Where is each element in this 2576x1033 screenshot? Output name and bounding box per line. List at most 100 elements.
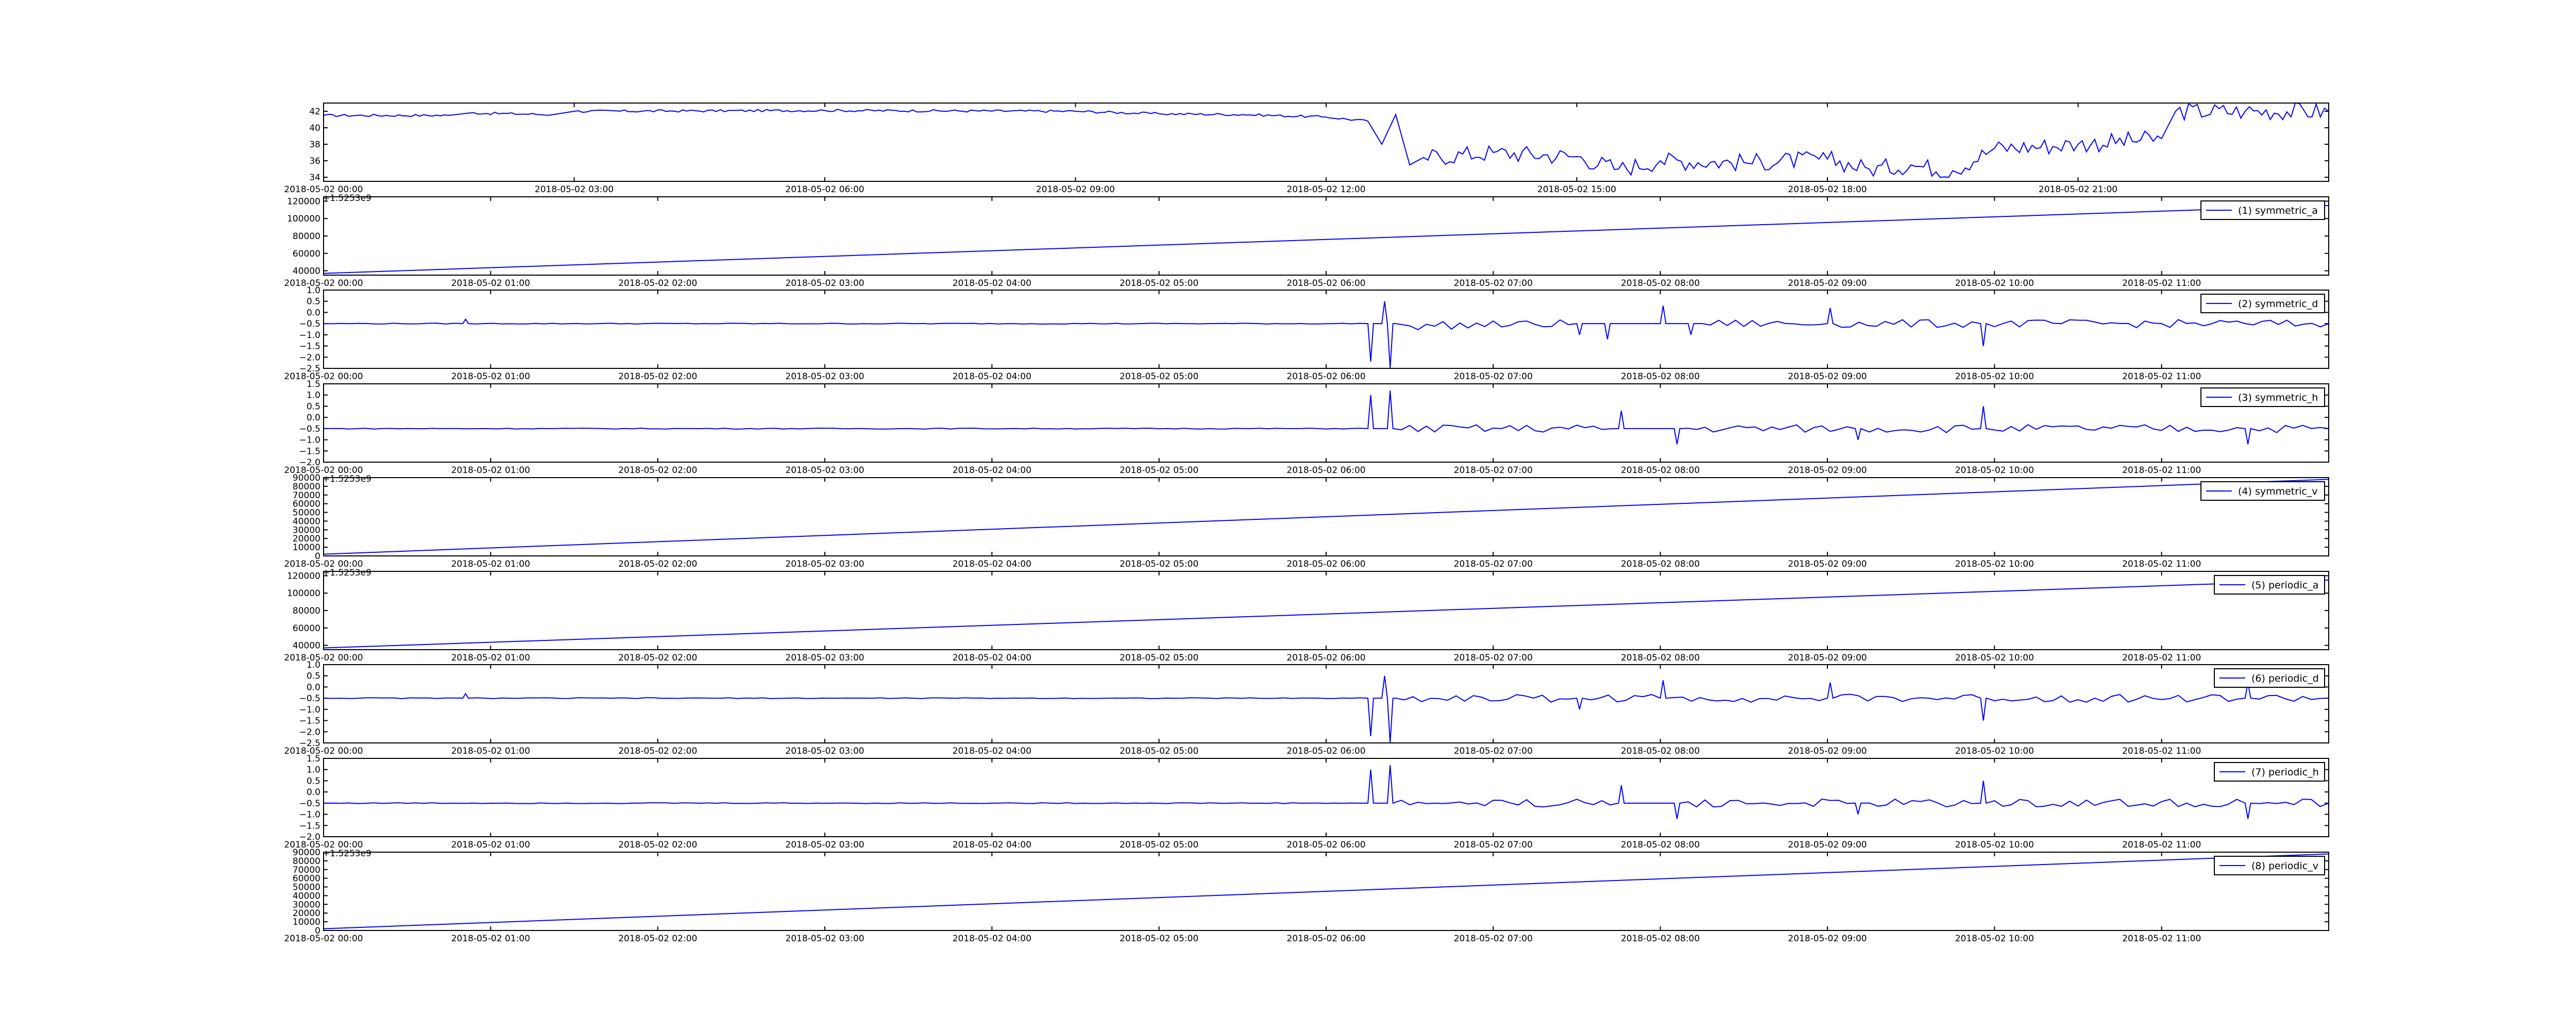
- x-tick-label: 2018-05-02 08:00: [1621, 465, 1700, 476]
- y-tick-label: 40: [309, 123, 320, 133]
- y-tick-label: 36: [309, 156, 320, 166]
- x-tick-label: 2018-05-02 05:00: [1120, 840, 1198, 850]
- panel-7: −2.5−2.0−1.5−1.0−0.50.00.51.02018-05-02 …: [284, 660, 2329, 756]
- x-tick-label: 2018-05-02 10:00: [1955, 371, 2034, 382]
- x-tick-label: 2018-05-02 05:00: [1120, 465, 1198, 476]
- x-tick-label: 2018-05-02 15:00: [1537, 184, 1616, 195]
- x-tick-label: 2018-05-02 02:00: [618, 934, 697, 944]
- y-tick-label: 38: [309, 140, 320, 150]
- x-tick-label: 2018-05-02 07:00: [1454, 559, 1533, 569]
- x-tick-label: 2018-05-02 08:00: [1621, 559, 1700, 569]
- x-tick-label: 2018-05-02 04:00: [953, 371, 1031, 382]
- y-tick-label: 60000: [293, 249, 320, 259]
- x-tick-label: 2018-05-02 02:00: [618, 840, 697, 850]
- panel-6: 40000 60000 80000 100000 120000 2018-05-02 00…: [284, 571, 2329, 663]
- y-tick-label: 120000: [287, 196, 320, 207]
- x-tick-label: 2018-05-02 04:00: [953, 278, 1031, 289]
- legend: (5) periodic_a: [2214, 575, 2325, 595]
- x-tick-label: 2018-05-02 01:00: [451, 653, 530, 663]
- series-line-4: [323, 390, 2329, 445]
- x-tick-label: 2018-05-02 00:00: [284, 934, 363, 944]
- y-tick-label: 34: [309, 173, 320, 183]
- panel-2: 40000 60000 80000 100000 120000 2018-05-02 00…: [284, 196, 2329, 289]
- panel-4: −2.0−1.5−1.0−0.50.00.51.01.52018-05-02 0…: [284, 379, 2329, 484]
- y-tick-label: 0.0: [307, 413, 320, 423]
- x-tick-label: 2018-05-02 06:00: [1286, 653, 1365, 663]
- x-tick-label: 2018-05-02 02:00: [618, 371, 697, 382]
- x-tick-label: 2018-05-02 01:00: [451, 840, 530, 850]
- x-tick-label: 2018-05-02 05:00: [1120, 746, 1198, 756]
- series-line-2: [323, 205, 2329, 274]
- x-tick-label: 2018-05-02 04:00: [953, 746, 1031, 756]
- x-tick-label: 2018-05-02 11:00: [2122, 934, 2201, 944]
- x-tick-label: 2018-05-02 10:00: [1955, 840, 2034, 850]
- legend: (8) periodic_v: [2214, 856, 2325, 875]
- y-tick-label: 80000: [293, 231, 320, 242]
- legend-label: (6) periodic_d: [2251, 673, 2319, 684]
- x-tick-label: 2018-05-02 10:00: [1955, 746, 2034, 756]
- y-tick-label: −1.5: [299, 446, 320, 456]
- x-tick-label: 2018-05-02 07:00: [1454, 746, 1533, 756]
- y-tick-label: 1.0: [307, 660, 320, 670]
- legend: (6) periodic_d: [2214, 668, 2325, 688]
- x-tick-label: 2018-05-02 05:00: [1120, 371, 1198, 382]
- x-tick-label: 2018-05-02 05:00: [1120, 934, 1198, 944]
- x-tick-label: 2018-05-02 03:00: [785, 278, 864, 289]
- x-tick-label: 2018-05-02 09:00: [1788, 465, 1867, 476]
- y-tick-label: 90000: [293, 473, 320, 483]
- legend: (3) symmetric_h: [2200, 387, 2325, 407]
- x-tick-label: 2018-05-02 09:00: [1788, 746, 1867, 756]
- x-tick-label: 2018-05-02 06:00: [1286, 371, 1365, 382]
- x-tick-label: 2018-05-02 08:00: [1621, 840, 1700, 850]
- x-tick-label: 2018-05-02 10:00: [1955, 278, 2034, 289]
- offset-text: +1.5253e9: [323, 849, 371, 859]
- x-tick-label: 2018-05-02 06:00: [1286, 278, 1365, 289]
- y-tick-label: −2.0: [299, 352, 320, 363]
- x-tick-label: 2018-05-02 01:00: [451, 278, 530, 289]
- x-tick-label: 2018-05-02 08:00: [1621, 746, 1700, 756]
- x-tick-label: 2018-05-02 09:00: [1036, 184, 1115, 195]
- panel-8: −2.0−1.5−1.0−0.50.00.51.01.52018-05-02 0…: [284, 754, 2329, 859]
- x-tick-label: 2018-05-02 07:00: [1454, 371, 1533, 382]
- x-tick-label: 2018-05-02 09:00: [1788, 934, 1867, 944]
- x-tick-label: 2018-05-02 21:00: [2039, 184, 2117, 195]
- y-tick-label: 40000: [293, 641, 320, 651]
- x-tick-label: 2018-05-02 03:00: [785, 746, 864, 756]
- x-tick-label: 2018-05-02 11:00: [2122, 746, 2201, 756]
- x-tick-label: 2018-05-02 08:00: [1621, 934, 1700, 944]
- legend: (1) symmetric_a: [2200, 200, 2325, 220]
- y-tick-label: 1.5: [307, 754, 320, 764]
- x-tick-label: 2018-05-02 10:00: [1955, 559, 2034, 569]
- y-tick-label: 0.5: [307, 297, 320, 307]
- y-tick-label: 1.5: [307, 379, 320, 390]
- x-tick-label: 2018-05-02 07:00: [1454, 934, 1533, 944]
- figure-svg: 34 36 38 40 42 2018-05-02 00:00 2018-05-02 03:…: [284, 102, 2329, 944]
- x-tick-label: 2018-05-02 03:00: [785, 559, 864, 569]
- x-tick-label: 2018-05-02 10:00: [1955, 934, 2034, 944]
- y-tick-label: −1.5: [299, 821, 320, 831]
- x-tick-label: 2018-05-02 06:00: [1286, 559, 1365, 569]
- x-tick-label: 2018-05-02 09:00: [1788, 371, 1867, 382]
- x-tick-label: 2018-05-02 02:00: [618, 465, 697, 476]
- x-tick-label: 2018-05-02 01:00: [451, 465, 530, 476]
- y-tick-label: −1.0: [299, 705, 320, 715]
- y-tick-label: 100000: [287, 588, 320, 599]
- y-tick-label: −1.0: [299, 330, 320, 341]
- series-line-7: [323, 675, 2329, 743]
- y-tick-label: 42: [309, 107, 320, 117]
- legend-label: (7) periodic_h: [2251, 767, 2319, 778]
- y-tick-label: −0.5: [299, 799, 320, 809]
- axes-frame: [323, 383, 2329, 463]
- series-line-6: [323, 579, 2329, 649]
- x-tick-label: 2018-05-02 05:00: [1120, 278, 1198, 289]
- legend-label: (3) symmetric_h: [2238, 392, 2318, 403]
- x-tick-label: 2018-05-02 03:00: [785, 840, 864, 850]
- panel-1: 34363840422018-05-02 00:00 2018-05-02 03:…: [284, 102, 2329, 204]
- x-tick-label: 2018-05-02 03:00: [785, 465, 864, 476]
- y-tick-label: 1.0: [307, 391, 320, 401]
- x-tick-label: 2018-05-02 04:00: [953, 559, 1031, 569]
- panel-5: 0100002000030000400005000060000700008000…: [284, 473, 2329, 578]
- panel-9: 0100002000030000400005000060000700008000…: [284, 848, 2329, 944]
- x-tick-label: 2018-05-02 02:00: [618, 653, 697, 663]
- axes-frame: [323, 758, 2329, 837]
